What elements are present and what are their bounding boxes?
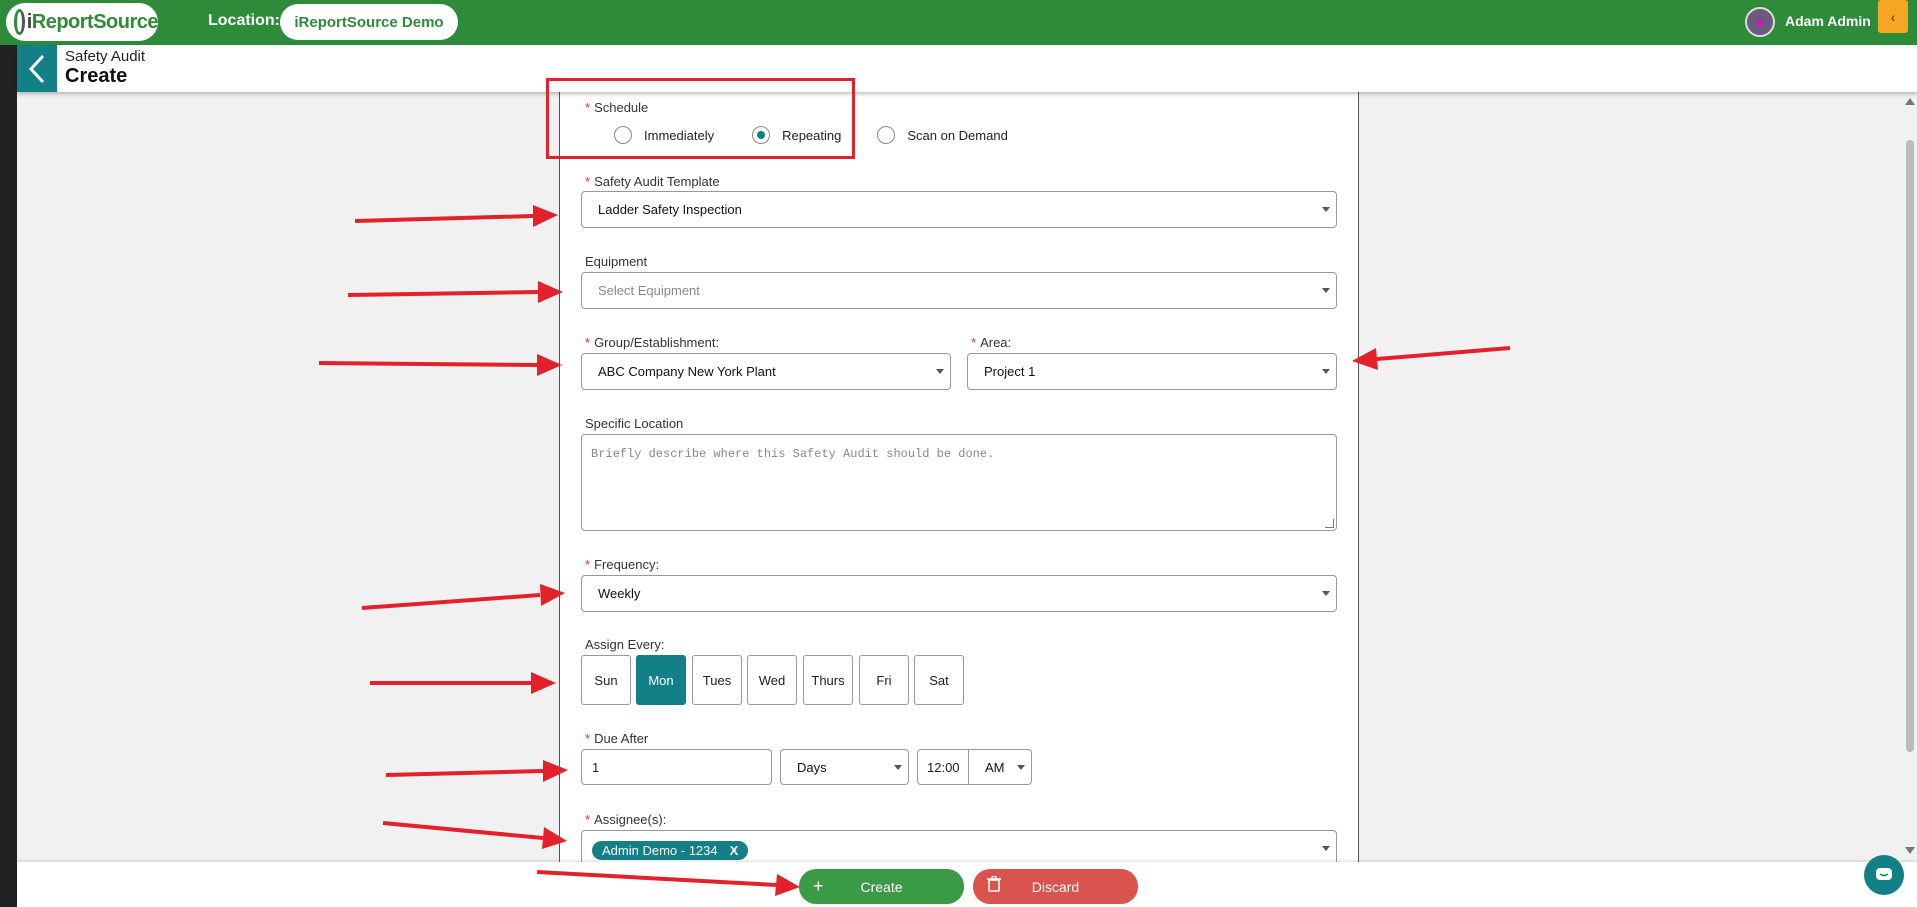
day-fri[interactable]: Fri bbox=[859, 655, 909, 705]
footer-bar bbox=[17, 862, 1917, 907]
caret-down-icon bbox=[1322, 288, 1330, 293]
annotation-arrow-due-after bbox=[385, 769, 544, 777]
caret-down-icon bbox=[1322, 207, 1330, 212]
due-after-amount-input[interactable]: 1 bbox=[581, 749, 772, 785]
left-rail bbox=[0, 0, 17, 907]
location-selector[interactable]: iReportSource Demo bbox=[280, 4, 458, 40]
resize-grip-icon[interactable] bbox=[1325, 519, 1334, 528]
top-bar: iReportSource Location: iReportSource De… bbox=[0, 0, 1917, 45]
assignee-tag[interactable]: Admin Demo - 1234 X bbox=[592, 841, 749, 860]
user-name[interactable]: Adam Admin bbox=[1785, 13, 1871, 29]
area-label: * Area: bbox=[971, 335, 1012, 350]
due-after-unit-select[interactable]: Days bbox=[780, 749, 909, 785]
template-label: * Safety Audit Template bbox=[585, 174, 720, 189]
caret-down-icon bbox=[1322, 369, 1330, 374]
day-thurs[interactable]: Thurs bbox=[803, 655, 853, 705]
due-time-input[interactable]: 12:00 bbox=[917, 749, 969, 785]
annotation-arrow-assignees bbox=[382, 821, 544, 840]
radio-circle[interactable] bbox=[877, 126, 896, 144]
day-mon[interactable]: Mon bbox=[636, 655, 686, 705]
page-scrollbar[interactable] bbox=[1902, 92, 1917, 862]
day-sun[interactable]: Sun bbox=[581, 655, 631, 705]
radio-scan-on-demand[interactable]: Scan on Demand bbox=[877, 126, 1008, 144]
annotation-arrow-equipment bbox=[347, 290, 539, 297]
title-bar: Safety Audit Create bbox=[17, 45, 1917, 92]
back-button[interactable] bbox=[17, 45, 57, 92]
area-select[interactable]: Project 1 bbox=[967, 353, 1337, 390]
group-select[interactable]: ABC Company New York Plant bbox=[581, 353, 951, 390]
annotation-arrow-group bbox=[318, 361, 538, 367]
due-after-label: * Due After bbox=[585, 731, 649, 746]
caret-down-icon bbox=[894, 765, 902, 770]
chevron-left-icon bbox=[28, 54, 45, 83]
annotation-highlight-box bbox=[546, 78, 855, 159]
caret-down-icon bbox=[936, 369, 944, 374]
plus-icon: + bbox=[813, 876, 824, 896]
caret-down-icon bbox=[1322, 591, 1330, 596]
annotation-arrow-frequency bbox=[361, 593, 541, 610]
assign-every-label: Assign Every: bbox=[585, 637, 665, 652]
chat-icon[interactable] bbox=[1864, 855, 1904, 895]
due-ampm-select[interactable]: AM bbox=[968, 749, 1032, 785]
remove-tag-icon[interactable]: X bbox=[730, 843, 739, 858]
logo[interactable]: iReportSource bbox=[6, 3, 159, 41]
logo-text: iReportSource bbox=[26, 10, 159, 33]
discard-button[interactable]: Discard bbox=[973, 869, 1138, 904]
day-tues[interactable]: Tues bbox=[692, 655, 742, 705]
scroll-down-icon[interactable] bbox=[1905, 847, 1915, 854]
annotation-arrow-template bbox=[354, 214, 534, 223]
specific-location-textarea[interactable]: Briefly describe where this Safety Audit… bbox=[581, 434, 1337, 531]
annotation-arrow-days-head bbox=[531, 672, 556, 694]
scroll-thumb[interactable] bbox=[1906, 140, 1914, 752]
create-button[interactable]: + Create bbox=[799, 869, 964, 904]
assignees-label: * Assignee(s): bbox=[585, 812, 667, 827]
logo-mark-icon bbox=[14, 9, 25, 35]
day-sat[interactable]: Sat bbox=[914, 655, 964, 705]
caret-down-icon bbox=[1322, 846, 1330, 851]
annotation-arrow-area bbox=[1376, 346, 1511, 361]
group-label: * Group/Establishment: bbox=[585, 335, 720, 350]
trash-icon bbox=[987, 875, 1001, 897]
specific-location-label: Specific Location bbox=[585, 416, 684, 431]
location-label: Location: bbox=[208, 12, 280, 29]
collapse-panel-button[interactable]: ‹ bbox=[1878, 0, 1908, 33]
frequency-select[interactable]: Weekly bbox=[581, 575, 1337, 612]
template-select[interactable]: Ladder Safety Inspection bbox=[581, 191, 1337, 228]
page-title: Create bbox=[65, 65, 128, 87]
day-wed[interactable]: Wed bbox=[747, 655, 797, 705]
caret-down-icon bbox=[1017, 765, 1025, 770]
equipment-label: Equipment bbox=[585, 254, 648, 269]
equipment-select[interactable]: Select Equipment bbox=[581, 272, 1337, 309]
scroll-up-icon[interactable] bbox=[1905, 98, 1915, 105]
module-name: Safety Audit bbox=[65, 48, 146, 65]
frequency-label: * Frequency: bbox=[585, 557, 660, 572]
user-avatar[interactable]: ● bbox=[1745, 7, 1775, 37]
annotation-arrow-template-head bbox=[533, 205, 558, 227]
